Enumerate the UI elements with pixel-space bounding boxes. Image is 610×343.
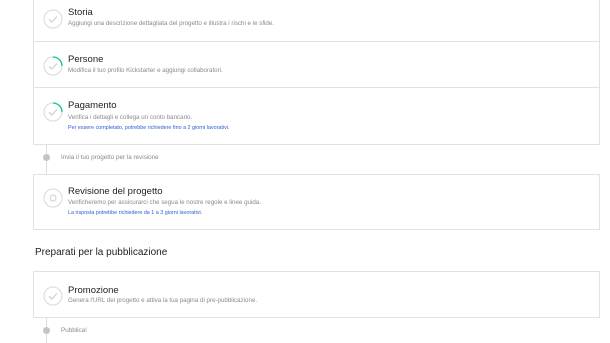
step-card-pagamento[interactable]: Pagamento Verifica i dettagli e collega … <box>33 87 600 145</box>
pending-circle-icon <box>43 188 63 208</box>
step-note: La risposta potrebbe richiedere da 1 a 3… <box>68 210 203 216</box>
step-card-storia[interactable]: Storia Aggiungi una descrizione dettagli… <box>33 0 600 42</box>
step-title: Persone <box>68 54 104 65</box>
step-description: Genera l'URL del progetto e attiva la tu… <box>68 297 258 304</box>
step-description: Modifica il tuo profilo Kickstarter e ag… <box>68 67 223 74</box>
publish-label: Pubblica! <box>61 327 87 334</box>
check-circle-icon <box>43 9 63 29</box>
step-title: Promozione <box>68 285 119 296</box>
step-description: Aggiungi una descrizione dettagliata del… <box>68 20 275 27</box>
step-title: Revisione del progetto <box>68 186 163 197</box>
step-note: Per essere completato, potrebbe richiede… <box>68 125 230 131</box>
section-heading: Preparati per la pubblicazione <box>35 247 168 258</box>
step-title: Pagamento <box>68 100 117 111</box>
step-title: Storia <box>68 7 93 18</box>
submit-for-review-label: Invia il tuo progetto per la revisione <box>61 154 159 161</box>
timeline-dot <box>43 154 50 161</box>
step-card-revisione[interactable]: Revisione del progetto Verificheremo per… <box>33 174 600 230</box>
progress-circle-icon <box>43 102 63 122</box>
progress-circle-icon <box>43 56 63 76</box>
step-description: Verificheremo per assicurarci che segua … <box>68 199 261 206</box>
step-card-promozione[interactable]: Promozione Genera l'URL del progetto e a… <box>33 271 600 318</box>
check-circle-icon <box>43 286 63 306</box>
step-description: Verifica i dettagli e collega un conto b… <box>68 114 193 121</box>
timeline-dot <box>43 327 50 334</box>
step-card-persone[interactable]: Persone Modifica il tuo profilo Kickstar… <box>33 41 600 88</box>
